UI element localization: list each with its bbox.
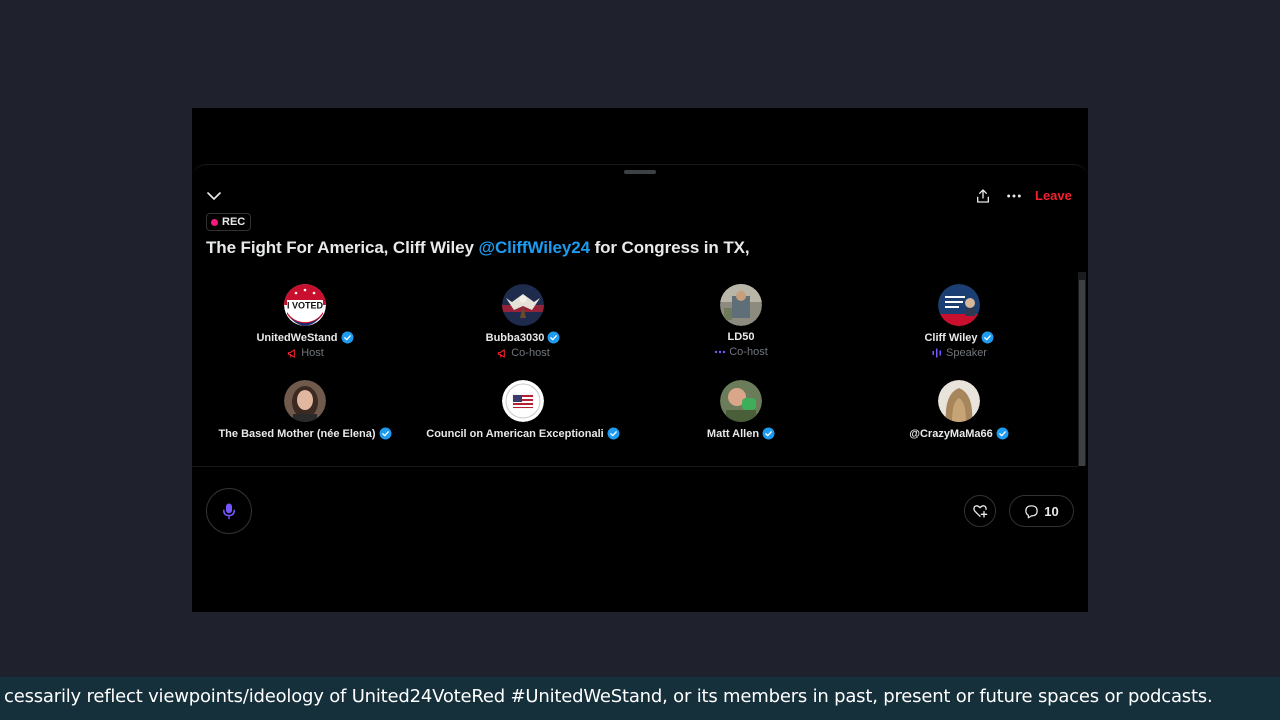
participant-name-row: @CrazyMaMa66 xyxy=(909,427,1009,440)
share-button[interactable] xyxy=(971,184,995,208)
section-divider xyxy=(192,466,1078,467)
verified-badge-icon xyxy=(341,331,353,344)
scrollbar-thumb[interactable] xyxy=(1079,280,1085,466)
photo-avatar-icon xyxy=(284,380,326,422)
share-icon xyxy=(977,189,989,203)
participant-card[interactable]: I VOTED UnitedWeStand Host xyxy=(196,284,414,378)
participant-name-row: UnitedWeStand xyxy=(256,331,353,344)
leave-button[interactable]: Leave xyxy=(1035,185,1072,207)
participant-name-row: Council on American Exceptionali xyxy=(426,427,620,440)
participant-role-row: Speaker xyxy=(931,347,987,359)
participant-role: Co-host xyxy=(729,346,768,358)
participant-card[interactable]: Council on American Exceptionali xyxy=(414,380,632,464)
react-button[interactable] xyxy=(964,495,996,527)
space-window: Leave REC The Fight For America, Cliff W… xyxy=(192,108,1088,612)
photo-avatar-icon xyxy=(720,284,762,326)
participants-grid: I VOTED UnitedWeStand Host Bubba3030 Co-… xyxy=(196,284,1068,464)
participant-name: @CrazyMaMa66 xyxy=(909,427,993,440)
participant-name-row: The Based Mother (née Elena) xyxy=(218,427,392,440)
sheet-grabber[interactable] xyxy=(624,170,656,174)
rec-badge: REC xyxy=(206,213,252,231)
participant-name-row: Cliff Wiley xyxy=(924,331,993,344)
microphone-button[interactable] xyxy=(206,488,252,534)
photo-avatar-icon xyxy=(720,380,762,422)
participant-role-row: Co-host xyxy=(714,346,768,358)
megaphone-icon xyxy=(496,347,508,359)
participant-name: Council on American Exceptionali xyxy=(426,427,604,440)
chevron-down-icon xyxy=(207,192,221,201)
participant-card[interactable]: @CrazyMaMa66 xyxy=(850,380,1068,464)
eagle-flag-avatar-icon xyxy=(502,284,544,326)
i-voted-sticker-icon: I VOTED xyxy=(284,284,326,326)
ticker-text: cessarily reflect viewpoints/ideology of… xyxy=(4,686,1213,707)
space-title: The Fight For America, Cliff Wiley @Clif… xyxy=(206,238,1066,258)
avatar: I VOTED xyxy=(284,284,326,326)
participant-name-row: Matt Allen xyxy=(707,427,775,440)
participant-card[interactable]: Matt Allen xyxy=(632,380,850,464)
avatar xyxy=(502,380,544,422)
participant-card[interactable]: Cliff Wiley Speaker xyxy=(850,284,1068,378)
participant-role: Host xyxy=(301,347,324,359)
participant-name-row: LD50 xyxy=(728,331,755,343)
campaign-logo-avatar-icon xyxy=(938,284,980,326)
avatar xyxy=(720,284,762,326)
verified-badge-icon xyxy=(607,427,620,440)
avatar xyxy=(502,284,544,326)
participant-name: Bubba3030 xyxy=(485,331,545,344)
participant-name-row: Bubba3030 xyxy=(486,331,561,344)
more-dots-icon xyxy=(1007,194,1021,198)
participant-name: Cliff Wiley xyxy=(924,331,978,344)
flag-seal-avatar-icon xyxy=(502,380,544,422)
participant-name: LD50 xyxy=(727,331,755,343)
disclaimer-ticker: cessarily reflect viewpoints/ideology of… xyxy=(0,677,1280,720)
verified-badge-icon xyxy=(996,427,1009,440)
participant-role-row: Host xyxy=(286,347,324,359)
title-suffix: for Congress in TX, xyxy=(589,238,750,257)
verified-badge-icon xyxy=(981,331,993,344)
participant-role: Speaker xyxy=(946,347,987,359)
participant-role: Co-host xyxy=(511,347,550,359)
verified-badge-icon xyxy=(547,331,560,344)
microphone-icon xyxy=(223,503,235,520)
verified-badge-icon xyxy=(379,427,392,440)
heart-plus-icon xyxy=(973,505,988,518)
more-options-button[interactable] xyxy=(1002,184,1026,208)
rec-dot-icon xyxy=(211,218,218,226)
avatar xyxy=(284,380,326,422)
avatar xyxy=(720,380,762,422)
avatar xyxy=(938,284,980,326)
participant-role-row: Co-host xyxy=(496,347,550,359)
participant-card[interactable]: The Based Mother (née Elena) xyxy=(196,380,414,464)
participant-name: The Based Mother (née Elena) xyxy=(218,427,376,440)
participants-scrollbar[interactable] xyxy=(1078,272,1086,466)
verified-badge-icon xyxy=(762,427,775,440)
participant-card[interactable]: Bubba3030 Co-host xyxy=(414,284,632,378)
soundwave-icon xyxy=(931,347,943,359)
title-prefix: The Fight For America, Cliff Wiley xyxy=(206,238,479,257)
comments-button[interactable]: 10 xyxy=(1009,495,1074,527)
title-mention-link[interactable]: @CliffWiley24 xyxy=(478,238,590,257)
participant-card[interactable]: LD50 Co-host xyxy=(632,284,850,378)
comment-count: 10 xyxy=(1044,503,1059,519)
participant-name: UnitedWeStand xyxy=(256,331,338,344)
rec-label: REC xyxy=(222,216,246,228)
svg-text:I VOTED: I VOTED xyxy=(287,301,324,311)
collapse-button[interactable] xyxy=(202,184,226,208)
megaphone-icon xyxy=(286,347,298,359)
photo-avatar-icon xyxy=(938,380,980,422)
dots-icon xyxy=(714,346,726,358)
avatar xyxy=(938,380,980,422)
participant-name: Matt Allen xyxy=(706,427,760,440)
comment-bubble-icon xyxy=(1025,504,1039,518)
